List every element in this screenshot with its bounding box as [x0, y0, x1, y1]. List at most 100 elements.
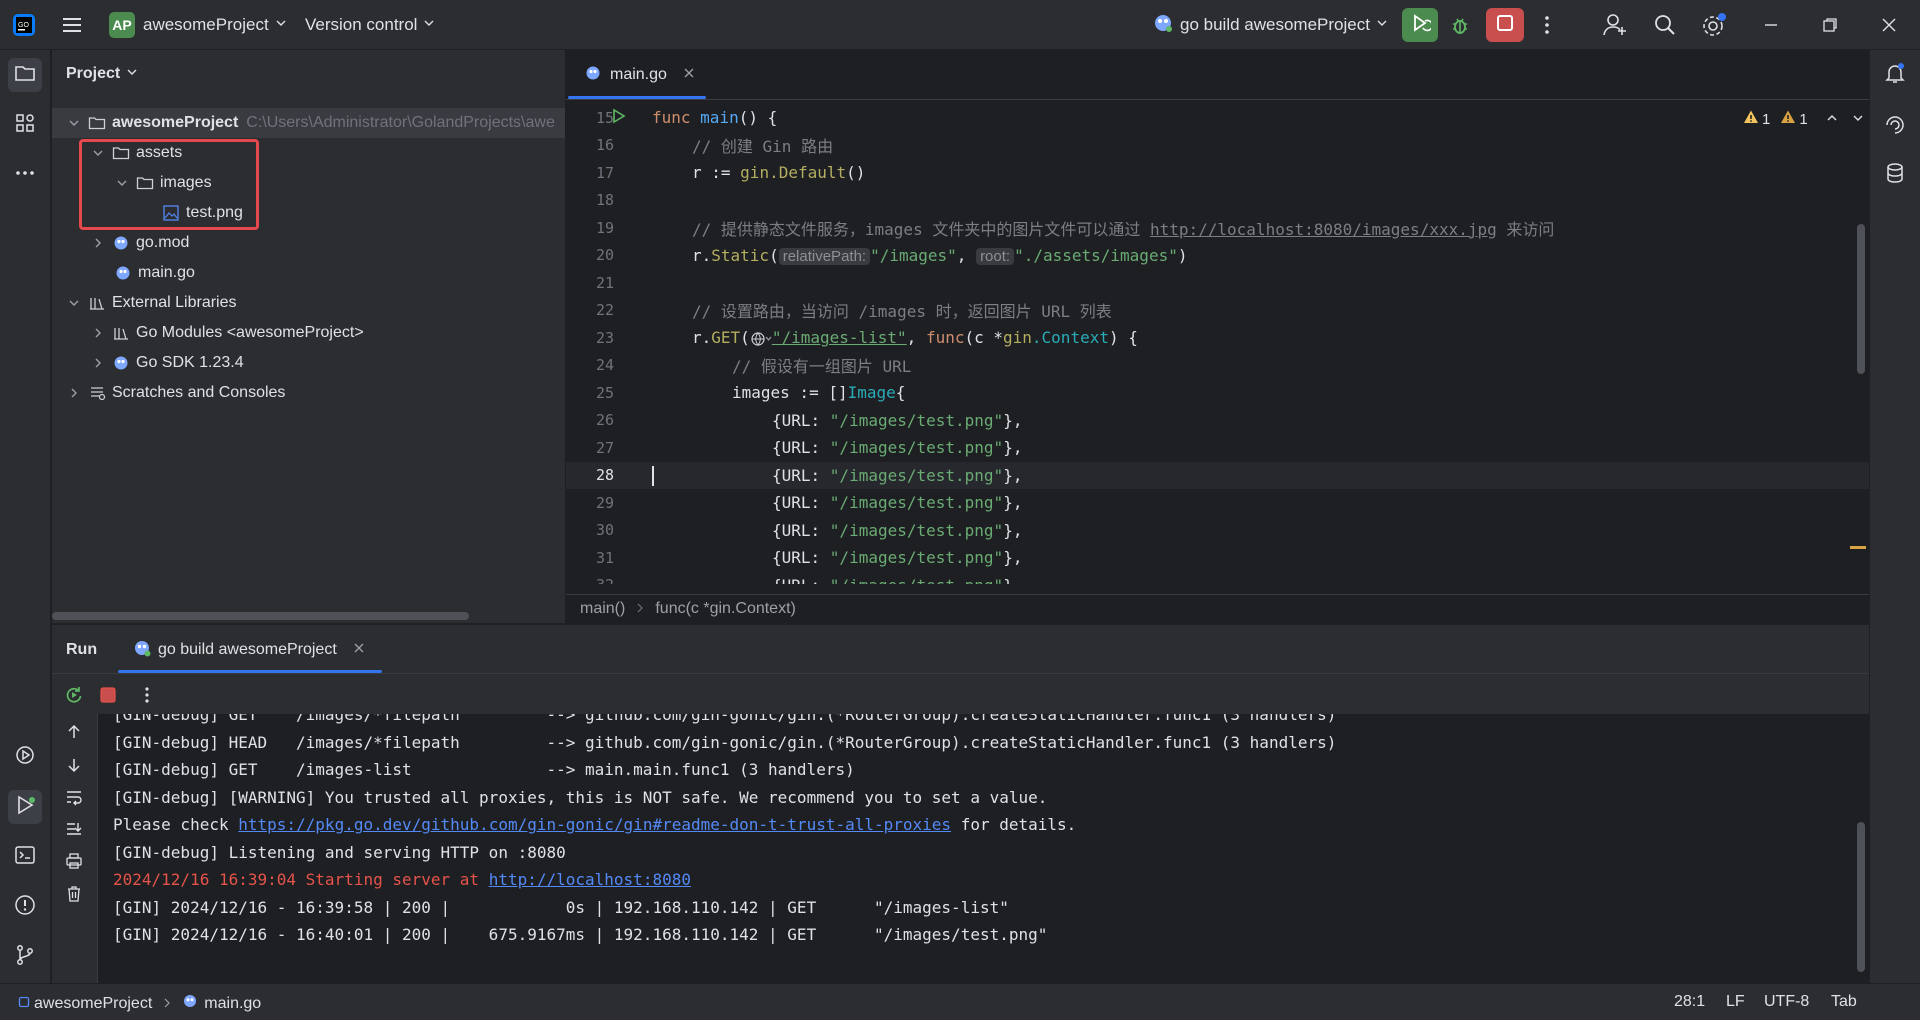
editor-vertical-scrollbar[interactable] — [1857, 224, 1865, 374]
code-token: }, — [1003, 410, 1023, 430]
run-configuration-selector[interactable]: go build awesomeProject — [1152, 12, 1388, 38]
ai-assistant-button[interactable] — [1878, 108, 1912, 142]
code-line: 27 {URL: "/images/test.png"}, — [566, 434, 1869, 462]
rerun-button[interactable] — [1402, 8, 1438, 42]
scroll-to-end-icon[interactable] — [65, 820, 83, 843]
arrow-down-icon[interactable] — [65, 756, 83, 779]
tree-item-external-libraries[interactable]: External Libraries — [52, 288, 565, 318]
line-number: 19 — [595, 218, 614, 237]
go-file-icon — [114, 264, 132, 282]
close-tab-icon[interactable] — [353, 641, 365, 659]
chevron-right-icon — [635, 600, 645, 618]
minimize-window-icon[interactable] — [1762, 16, 1780, 34]
chevron-right-icon[interactable] — [90, 235, 106, 251]
app-logo-icon[interactable]: GO — [12, 13, 36, 37]
chevron-down-icon — [126, 65, 138, 83]
chevron-right-icon[interactable] — [90, 355, 106, 371]
code-line: 18 — [566, 187, 1869, 215]
tree-item-go-sdk[interactable]: Go SDK 1.23.4 — [52, 348, 565, 378]
code-token: }, — [1003, 576, 1022, 584]
console-link[interactable]: https://pkg.go.dev/github.com/gin-gonic/… — [238, 815, 951, 834]
arrow-up-icon[interactable] — [65, 723, 83, 746]
debug-button[interactable] — [1448, 13, 1472, 42]
console-output[interactable]: [GIN-debug] GET /images/*filepath --> gi… — [98, 714, 1869, 984]
status-file[interactable]: main.go — [204, 995, 261, 1013]
chevron-down-icon — [423, 16, 435, 34]
line-separator[interactable]: LF — [1726, 993, 1745, 1011]
tree-item-go-mod[interactable]: go.mod — [52, 228, 565, 258]
code-token: }, — [1003, 520, 1023, 540]
svg-text:GO: GO — [18, 22, 29, 29]
structure-tool-button[interactable] — [8, 108, 42, 142]
run-gutter-icon[interactable] — [611, 108, 627, 128]
error-stripe-marker[interactable] — [1850, 546, 1866, 549]
terminal-tool-button[interactable] — [8, 840, 42, 874]
console-link[interactable]: http://localhost:8080 — [489, 870, 691, 889]
project-panel-title: Project — [66, 65, 121, 82]
line-number: 24 — [595, 356, 614, 375]
run-tab[interactable]: go build awesomeProject — [132, 635, 365, 665]
code-view[interactable]: 15 func main() { 16 // 创建 Gin 路由 17 r :=… — [566, 104, 1869, 584]
chevron-right-icon[interactable] — [66, 385, 82, 401]
globe-icon[interactable] — [750, 331, 772, 347]
notifications-button[interactable] — [1878, 58, 1912, 92]
chevron-down-icon[interactable] — [66, 115, 82, 131]
stop-icon[interactable] — [99, 686, 117, 709]
code-token: () { — [738, 108, 778, 128]
comment-url-link[interactable]: http://localhost:8080/images/xxx.jpg — [1150, 220, 1497, 239]
indent-setting[interactable]: Tab — [1831, 993, 1857, 1011]
restore-window-icon[interactable] — [1821, 16, 1839, 34]
version-control-menu[interactable]: Version control — [305, 12, 435, 38]
caret-position[interactable]: 28:1 — [1674, 993, 1705, 1011]
project-tool-button[interactable] — [8, 58, 42, 92]
horizontal-scrollbar[interactable] — [52, 612, 469, 620]
soft-wrap-icon[interactable] — [65, 788, 83, 811]
git-branch-icon — [13, 943, 37, 972]
code-token: {URL: — [772, 465, 830, 485]
code-with-me-icon[interactable] — [1602, 12, 1628, 38]
main-menu-icon[interactable] — [61, 14, 83, 36]
project-selector[interactable]: AP awesomeProject — [109, 12, 287, 38]
chevron-right-icon[interactable] — [90, 325, 106, 341]
breadcrumb-func[interactable]: func(c *gin.Context) — [655, 600, 796, 618]
tree-item-main-go[interactable]: main.go — [52, 258, 565, 288]
breadcrumb-main[interactable]: main() — [580, 600, 625, 618]
print-icon[interactable] — [65, 852, 83, 875]
search-icon[interactable] — [1652, 12, 1678, 38]
services-tool-button[interactable] — [8, 740, 42, 774]
annotation-highlight-box — [79, 139, 259, 230]
stop-button[interactable] — [1486, 8, 1524, 42]
code-token: {URL: — [772, 410, 830, 430]
project-view-selector[interactable]: Project — [66, 65, 138, 83]
close-tab-icon[interactable] — [683, 66, 695, 84]
line-number: 29 — [595, 493, 614, 512]
code-token: gin — [740, 163, 770, 183]
tree-item-go-modules[interactable]: Go Modules <awesomeProject> — [52, 318, 565, 348]
tree-item-label: Go SDK 1.23.4 — [136, 354, 244, 371]
close-window-icon[interactable] — [1880, 16, 1898, 34]
editor-tab-main-go[interactable]: main.go — [584, 60, 695, 90]
more-actions-icon[interactable] — [1537, 13, 1557, 37]
code-comment: // 创建 Gin 路由 — [692, 137, 834, 157]
git-tool-button[interactable] — [8, 940, 42, 974]
settings-gear-icon[interactable] — [1700, 11, 1728, 39]
more-tool-windows-button[interactable] — [8, 158, 42, 192]
project-tool-window: Project awesomeProject C:\Users\Administ… — [52, 50, 565, 623]
right-tool-window-bar — [1869, 50, 1920, 983]
tree-item-scratches[interactable]: Scratches and Consoles — [52, 378, 565, 408]
text-caret — [652, 465, 654, 486]
ai-assistant-icon — [1883, 111, 1907, 140]
status-project[interactable]: awesomeProject — [34, 995, 152, 1013]
project-badge: AP — [109, 12, 135, 38]
trash-icon[interactable] — [65, 885, 83, 908]
more-actions-icon[interactable] — [140, 685, 154, 710]
tree-item-awesomeproject[interactable]: awesomeProject C:\Users\Administrator\Go… — [52, 108, 565, 138]
database-button[interactable] — [1878, 158, 1912, 192]
file-encoding[interactable]: UTF-8 — [1764, 993, 1809, 1011]
stop-icon — [1495, 13, 1515, 38]
problems-tool-button[interactable] — [8, 890, 42, 924]
console-vertical-scrollbar[interactable] — [1857, 822, 1865, 972]
chevron-down-icon[interactable] — [66, 295, 82, 311]
rerun-icon[interactable] — [64, 685, 84, 710]
run-tool-button[interactable] — [8, 790, 42, 824]
